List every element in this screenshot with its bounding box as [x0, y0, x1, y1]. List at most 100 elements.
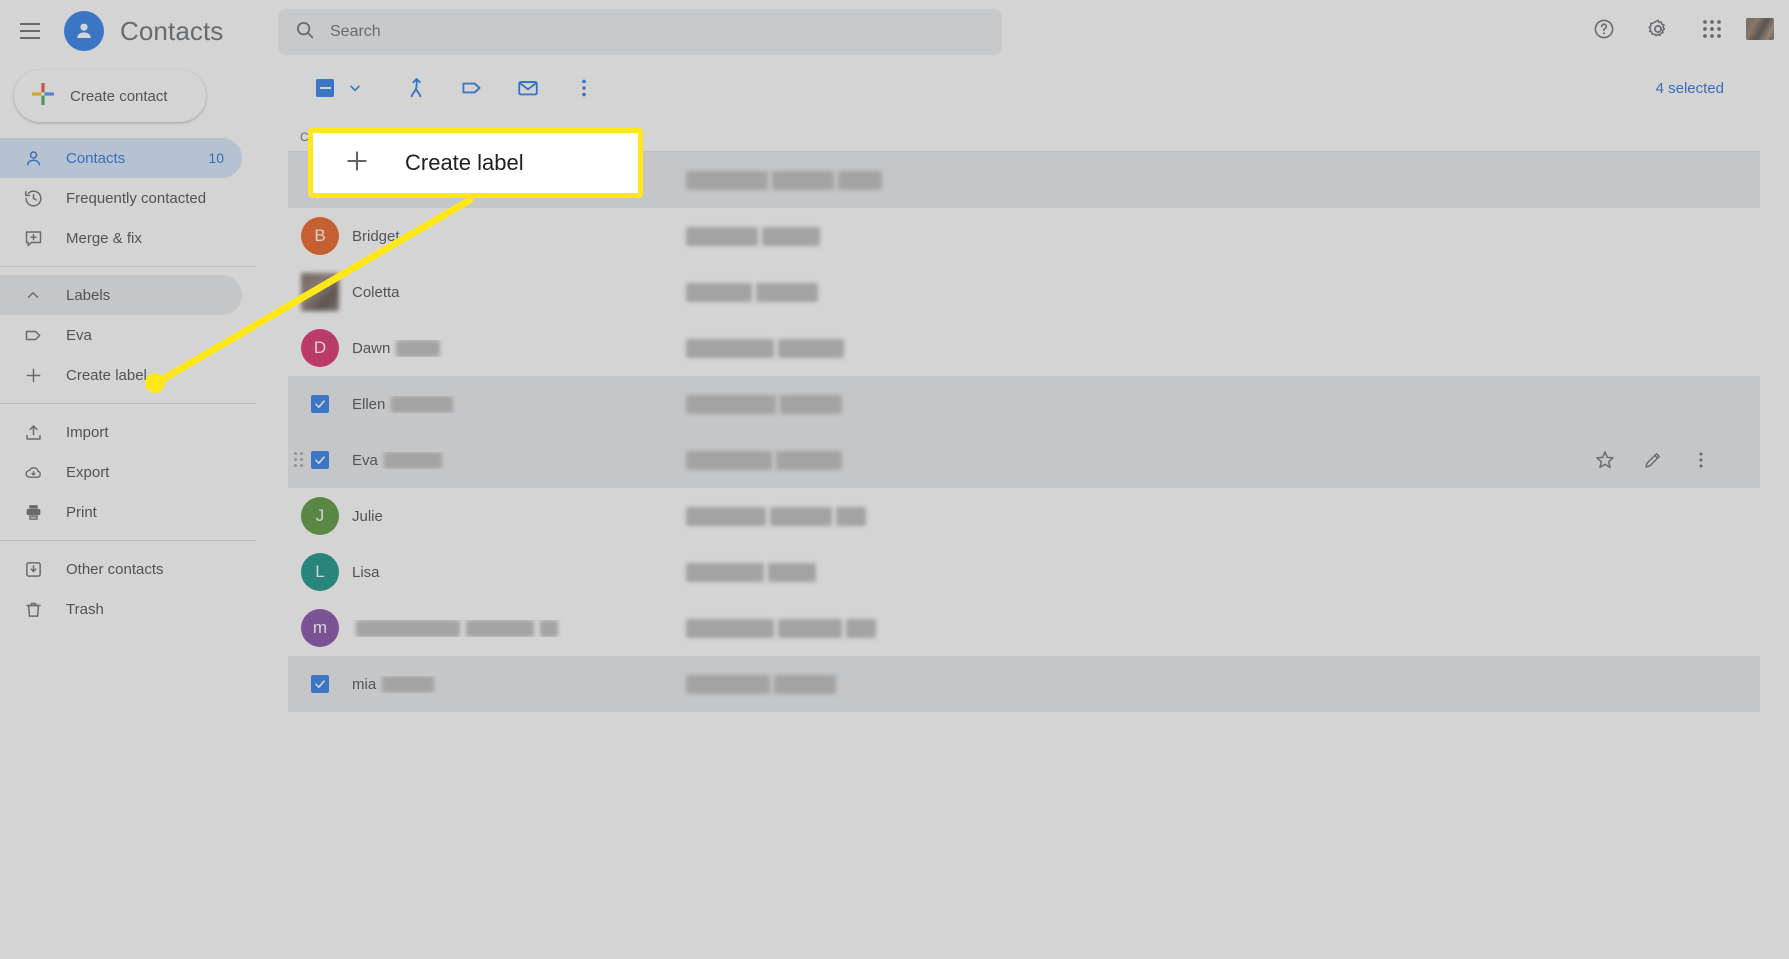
sidebar-item-contacts[interactable]: Contacts 10 — [0, 138, 242, 178]
table-row[interactable]: J Julie — [288, 488, 1760, 544]
row-lead: m — [288, 609, 352, 647]
contact-email — [682, 450, 1042, 470]
avatar[interactable]: D — [301, 329, 339, 367]
avatar[interactable]: m — [301, 609, 339, 647]
avatar-photo[interactable] — [301, 273, 339, 311]
avatar[interactable]: J — [301, 497, 339, 535]
plus-icon — [22, 364, 44, 386]
selected-count-label: 4 selected — [1655, 79, 1724, 97]
star-icon[interactable] — [1592, 447, 1618, 473]
contact-name: Bridget — [352, 228, 682, 245]
sidebar-item-label: Frequently contacted — [66, 189, 207, 207]
avatar[interactable] — [1745, 17, 1775, 41]
contact-name: Coletta — [352, 284, 682, 301]
row-checkbox[interactable] — [311, 675, 329, 693]
sidebar-item-export[interactable]: Export — [0, 452, 242, 492]
more-options-icon[interactable] — [564, 68, 604, 108]
import-upload-icon — [22, 421, 44, 443]
hamburger-bar — [20, 37, 40, 39]
redacted-text — [686, 562, 764, 582]
redacted-text — [466, 619, 534, 637]
more-options-icon[interactable] — [1688, 447, 1714, 473]
row-lead: D — [288, 329, 352, 367]
contact-name-text: Coletta — [352, 283, 400, 301]
contact-email — [682, 338, 1042, 358]
contact-email — [682, 282, 1042, 302]
merge-contacts-icon[interactable] — [396, 68, 436, 108]
contact-name: Ellen — [352, 395, 682, 413]
sidebar-item-print[interactable]: Print — [0, 492, 242, 532]
hamburger-bar — [20, 23, 40, 25]
sidebar-divider — [0, 403, 256, 404]
redacted-text — [846, 618, 876, 638]
create-contact-button[interactable]: Create contact — [14, 70, 206, 122]
avatar[interactable]: B — [301, 217, 339, 255]
contact-email — [682, 394, 1042, 414]
chevron-down-icon[interactable] — [342, 75, 368, 101]
contact-name: Lisa — [352, 564, 682, 581]
plus-icon — [343, 147, 371, 180]
contact-rows: B Bridget Coletta D Dawn Ellen Eva J Julie L Lisa m… — [288, 152, 1760, 712]
redacted-text — [770, 506, 832, 526]
check-icon — [315, 456, 325, 465]
table-row[interactable]: L Lisa — [288, 544, 1760, 600]
contact-name: Dawn — [352, 339, 682, 357]
brand[interactable]: Contacts — [64, 11, 223, 51]
table-row[interactable]: m — [288, 600, 1760, 656]
table-row[interactable]: mia — [288, 656, 1760, 712]
sidebar: Create contact Contacts 10 Frequently co… — [0, 62, 256, 959]
table-row[interactable]: D Dawn — [288, 320, 1760, 376]
contact-name-text: Eva — [352, 451, 378, 469]
table-row[interactable]: Coletta — [288, 264, 1760, 320]
chevron-up-icon — [22, 284, 44, 306]
contact-name: Eva — [352, 451, 682, 469]
redacted-text — [762, 226, 820, 246]
sidebar-item-label: Create label — [66, 366, 147, 384]
row-checkbox[interactable] — [311, 395, 329, 413]
edit-pencil-icon[interactable] — [1640, 447, 1666, 473]
apps-grid-icon[interactable] — [1691, 8, 1733, 50]
hamburger-menu-icon[interactable] — [8, 9, 52, 53]
sidebar-item-frequently-contacted[interactable]: Frequently contacted — [0, 178, 242, 218]
manage-labels-icon[interactable] — [452, 68, 492, 108]
redacted-text — [686, 506, 766, 526]
contact-name-text: mia — [352, 675, 377, 693]
drag-handle-icon[interactable] — [292, 451, 306, 469]
sidebar-item-import[interactable]: Import — [0, 412, 242, 452]
sidebar-item-other-contacts[interactable]: Other contacts — [0, 549, 242, 589]
row-lead — [288, 273, 352, 311]
table-row[interactable]: Eva — [288, 432, 1760, 488]
avatar[interactable]: L — [301, 553, 339, 591]
help-icon[interactable] — [1583, 8, 1625, 50]
redacted-text — [836, 506, 866, 526]
sidebar-item-merge-and-fix[interactable]: Merge & fix — [0, 218, 242, 258]
printer-icon — [22, 501, 44, 523]
row-checkbox[interactable] — [311, 451, 329, 469]
sidebar-primary-nav: Contacts 10 Frequently contacted Merge &… — [0, 138, 256, 629]
select-all-checkbox[interactable] — [316, 79, 334, 97]
sidebar-item-label: Contacts — [66, 149, 126, 167]
contacts-person-icon — [64, 11, 104, 51]
header-actions — [1583, 8, 1775, 50]
table-row[interactable]: B Bridget — [288, 208, 1760, 264]
redacted-text — [391, 395, 454, 413]
contact-name-text: Julie — [352, 507, 383, 525]
sidebar-item-label-eva[interactable]: Eva — [0, 315, 242, 355]
sidebar-item-create-label[interactable]: Create label — [0, 355, 242, 395]
list-toolbar: 4 selected — [288, 62, 1760, 114]
search-input[interactable]: Search — [278, 9, 1002, 55]
sidebar-item-label: Other contacts — [66, 560, 164, 578]
table-row[interactable]: Ellen — [288, 376, 1760, 432]
send-email-icon[interactable] — [508, 68, 548, 108]
create-label-callout[interactable]: Create label — [308, 128, 643, 198]
sidebar-section-labels[interactable]: Labels — [0, 275, 242, 315]
contact-email — [682, 562, 1042, 582]
contact-name-text: Lisa — [352, 563, 380, 581]
row-lead — [288, 395, 352, 413]
sidebar-section-label: Labels — [66, 286, 111, 304]
sidebar-item-trash[interactable]: Trash — [0, 589, 242, 629]
redacted-text — [540, 619, 558, 637]
gear-icon[interactable] — [1637, 8, 1679, 50]
checkbox-indeterminate-icon — [319, 87, 331, 89]
sidebar-item-label: Merge & fix — [66, 229, 142, 247]
